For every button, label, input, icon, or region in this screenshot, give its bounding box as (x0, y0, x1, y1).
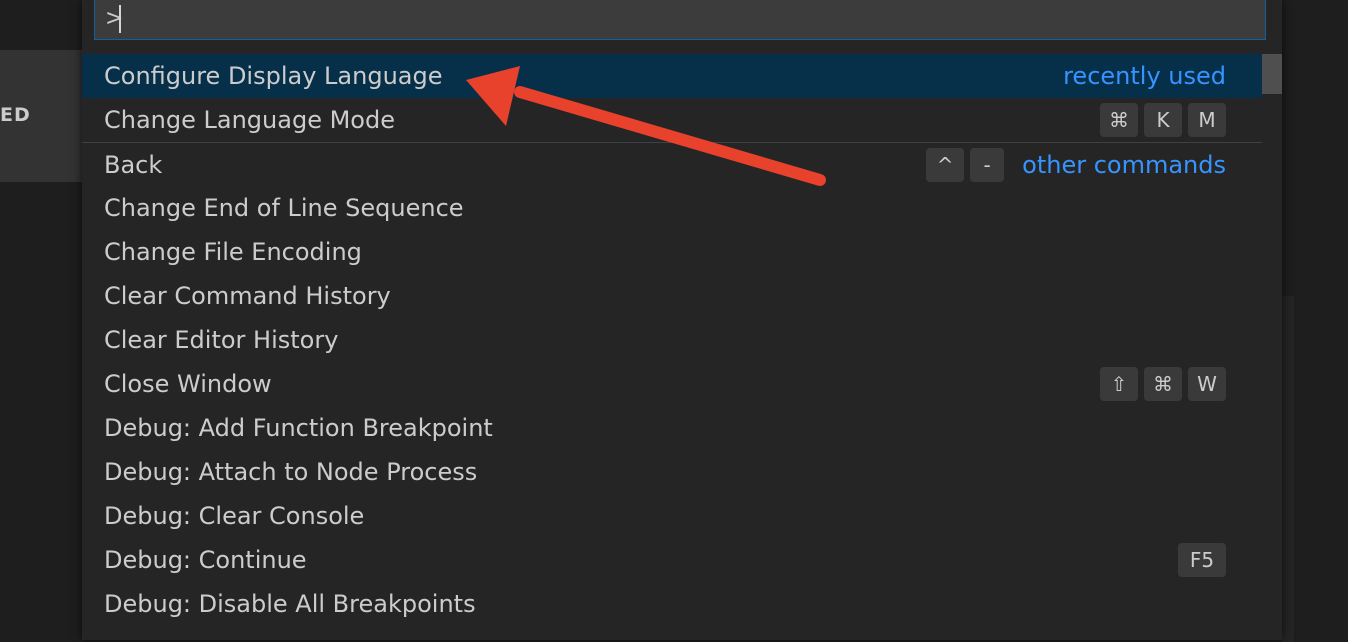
keybinding-key: W (1188, 367, 1226, 401)
command-item-label: Configure Display Language (104, 62, 443, 90)
command-item-label: Debug: Add Function Breakpoint (104, 414, 493, 442)
keybinding-key: M (1188, 103, 1226, 137)
command-item[interactable]: Clear Command History (82, 274, 1262, 318)
text-caret (119, 5, 121, 33)
command-item-label: Debug: Disable All Breakpoints (104, 590, 476, 618)
command-item-label: Change End of Line Sequence (104, 194, 464, 222)
keybinding: ⇧ ⌘ W (1100, 362, 1226, 406)
command-item[interactable]: Debug: Disable All Breakpoints (82, 582, 1262, 626)
command-input[interactable]: > (94, 0, 1266, 40)
command-item[interactable]: Back ^ - other commands (82, 142, 1262, 186)
command-item[interactable]: Clear Editor History (82, 318, 1262, 362)
command-item[interactable]: Debug: Add Function Breakpoint (82, 406, 1262, 450)
command-item-label: Close Window (104, 370, 272, 398)
command-palette: > Configure Display Language recently us… (82, 0, 1282, 640)
editor-gutter (1282, 296, 1294, 642)
command-item[interactable]: Debug: Clear Console (82, 494, 1262, 538)
command-item-label: Debug: Clear Console (104, 502, 365, 530)
command-item[interactable]: Change Language Mode ⌘ K M (82, 98, 1262, 142)
keybinding-key: - (970, 148, 1005, 182)
control-key-icon: ^ (926, 148, 965, 182)
command-item-label: Debug: Continue (104, 546, 307, 574)
command-item[interactable]: Change End of Line Sequence (82, 186, 1262, 230)
command-item-label: Clear Command History (104, 282, 391, 310)
command-item[interactable]: Close Window ⇧ ⌘ W (82, 362, 1262, 406)
command-item[interactable]: Configure Display Language recently used (82, 54, 1262, 98)
keybinding-key: F5 (1178, 543, 1226, 577)
command-list: Configure Display Language recently used… (82, 54, 1262, 626)
command-item-label: Change Language Mode (104, 106, 395, 134)
sidebar-section-label: ED (0, 104, 31, 126)
other-commands-label: other commands (1022, 151, 1226, 179)
keybinding: F5 (1178, 538, 1226, 582)
command-item-label: Clear Editor History (104, 326, 339, 354)
keybinding-key: K (1144, 103, 1182, 137)
command-item[interactable]: Debug: Attach to Node Process (82, 450, 1262, 494)
command-item[interactable]: Debug: Continue F5 (82, 538, 1262, 582)
command-key-icon: ⌘ (1144, 367, 1182, 401)
keybinding: ^ - other commands (926, 143, 1226, 187)
command-item-label: Debug: Attach to Node Process (104, 458, 478, 486)
editor-window: ED > Configure Display Language recently… (0, 0, 1348, 642)
command-key-icon: ⌘ (1100, 103, 1138, 137)
command-item[interactable]: Change File Encoding (82, 230, 1262, 274)
command-item-meta: recently used (1051, 54, 1226, 98)
shift-key-icon: ⇧ (1100, 367, 1138, 401)
command-item-label: Back (104, 151, 163, 179)
list-scrollbar[interactable] (1262, 54, 1282, 94)
command-item-label: Change File Encoding (104, 238, 362, 266)
keybinding: ⌘ K M (1100, 98, 1226, 142)
recently-used-label: recently used (1063, 62, 1226, 90)
